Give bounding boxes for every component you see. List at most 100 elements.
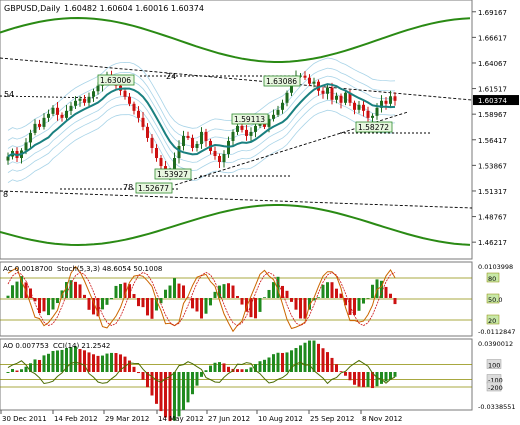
ac-bar <box>6 295 10 298</box>
ac-bar <box>56 298 59 304</box>
ao-bar <box>213 362 217 372</box>
ao-bar <box>87 352 91 372</box>
price-tick-label: 1.61517 <box>478 86 507 94</box>
candle-body <box>231 131 235 141</box>
candle-body <box>51 107 55 114</box>
ac-bar <box>357 298 361 311</box>
ao-bar <box>47 353 50 372</box>
ac-bar <box>200 298 203 319</box>
cci-label: CCI(14) 21.2542 <box>53 342 110 350</box>
candle-body <box>137 110 140 118</box>
ac-bar <box>362 298 365 304</box>
candle-body <box>155 147 158 159</box>
candle-body <box>33 123 37 133</box>
time-tick-label: 14 Feb 2012 <box>54 415 98 423</box>
wave-annotation: 8 <box>3 190 8 199</box>
time-tick-label: 25 Sep 2012 <box>310 415 354 423</box>
ao-bar <box>6 372 10 373</box>
price-label: 1.63086 <box>266 77 297 86</box>
candle-body <box>393 96 397 101</box>
ao-bar <box>159 372 163 412</box>
ac-bar <box>393 298 397 305</box>
ao-bar <box>110 352 113 372</box>
candle-body <box>335 95 338 100</box>
candle-body <box>182 135 185 146</box>
candle-body <box>141 117 145 127</box>
candle-body <box>92 91 95 97</box>
ao-bar <box>204 370 208 372</box>
candle-body <box>308 77 311 84</box>
wave-annotation: 78 <box>123 183 133 192</box>
candle-body <box>150 137 154 148</box>
time-tick-label: 10 Aug 2012 <box>258 415 303 423</box>
candle-body <box>74 100 77 106</box>
ao-bar <box>168 372 172 422</box>
ac-bar <box>330 282 334 298</box>
ac-bar <box>348 298 352 315</box>
candle-body <box>222 153 226 163</box>
ao-bar <box>218 362 221 372</box>
ao-bar <box>281 352 284 372</box>
ao-bar <box>321 348 325 372</box>
wave-annotation: 24 <box>166 72 176 81</box>
ao-bar <box>96 355 100 372</box>
ao-bar <box>92 354 95 372</box>
ao-bar <box>105 353 109 372</box>
ac-tick-label: -0.0112847 <box>478 328 516 336</box>
ac-bar <box>177 283 181 298</box>
ao-bar <box>353 372 356 385</box>
header-ohlc: 1.60482 1.60604 1.60016 1.60374 <box>64 4 204 13</box>
ao-bar <box>141 372 145 380</box>
ao-bar <box>33 359 37 372</box>
ao-bar <box>132 366 136 372</box>
time-tick-label: 30 Dec 2011 <box>2 415 47 423</box>
candle-body <box>24 142 28 151</box>
ac-bar <box>146 298 149 316</box>
ac-bar <box>164 289 167 298</box>
ac-bar <box>173 278 176 298</box>
ac-bar <box>119 283 122 298</box>
candle-body <box>285 92 289 103</box>
ac-bar <box>195 298 199 312</box>
ac-bar <box>83 294 86 298</box>
candle-body <box>128 96 131 104</box>
price-tick-label: 1.48767 <box>478 214 507 222</box>
candle-body <box>87 96 91 103</box>
time-tick-label: 29 Mar 2012 <box>105 415 149 423</box>
price-tick-label: 1.69167 <box>478 9 507 17</box>
ac-bar <box>353 298 356 315</box>
ao-bar <box>393 372 397 377</box>
price-label: 1.53927 <box>157 170 188 179</box>
price-tick-label: 1.46217 <box>478 239 507 247</box>
candle-body <box>213 150 217 157</box>
ao-bar <box>317 343 320 372</box>
ao-bar <box>222 363 226 372</box>
ac-bar <box>42 298 46 312</box>
ao-bar <box>11 368 14 372</box>
candle-body <box>366 110 370 118</box>
ao-bar <box>123 356 127 372</box>
candle-body <box>132 103 136 111</box>
candle-body <box>281 102 284 110</box>
ao-bar <box>308 340 311 372</box>
candle-body <box>200 131 203 144</box>
ac-bar <box>303 298 307 319</box>
ao-bar <box>267 357 271 372</box>
ac-bar <box>299 298 302 319</box>
ao-bar <box>362 372 365 388</box>
ao-label: AO 0.007753 <box>3 342 49 350</box>
candle-body <box>47 113 50 118</box>
ac-bar <box>326 282 329 298</box>
candle-body <box>69 105 73 111</box>
ac-bar <box>150 298 154 319</box>
candle-body <box>353 102 356 110</box>
ac-bar <box>222 284 226 298</box>
price-label: 1.52677 <box>138 184 169 193</box>
price-tick-label: 1.53867 <box>478 162 507 170</box>
candle-body <box>159 158 163 167</box>
time-tick-label: 27 Jun 2012 <box>208 415 250 423</box>
candle-body <box>191 137 194 148</box>
ao-bar <box>191 372 194 395</box>
ao-bar <box>69 347 73 372</box>
ao-bar <box>137 372 140 374</box>
